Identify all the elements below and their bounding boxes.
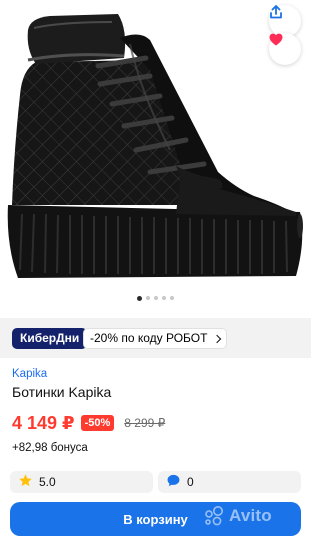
boot-image — [7, 14, 303, 278]
pagination-dot[interactable] — [170, 296, 174, 300]
rating-value: 5.0 — [39, 475, 56, 489]
brand-link[interactable]: Kapika — [12, 368, 47, 380]
price-row: 4 149 ₽ -50% 8 299 ₽ — [12, 412, 165, 434]
pagination-dot[interactable] — [154, 296, 158, 300]
comment-icon — [166, 473, 181, 491]
promo-badge: КиберДни — [12, 328, 88, 349]
avito-watermark: Avito — [203, 506, 272, 526]
gallery-pagination — [0, 295, 311, 304]
pagination-dot[interactable] — [162, 296, 166, 300]
add-to-cart-label: В корзину — [123, 511, 188, 527]
bonus-text: +82,98 бонуса — [12, 442, 88, 454]
chevron-right-icon — [213, 334, 222, 343]
product-title: Ботинки Kapika — [12, 384, 112, 400]
pagination-dot[interactable] — [146, 296, 150, 300]
promo-code-chip[interactable]: -20% по коду РОБОТ — [83, 328, 228, 349]
product-photo[interactable] — [0, 0, 311, 295]
discount-badge: -50% — [80, 415, 115, 431]
pagination-dot[interactable] — [137, 295, 142, 301]
stats-row: 5.0 0 — [10, 471, 301, 493]
comments-chip[interactable]: 0 — [158, 471, 301, 493]
promo-code-text: -20% по коду РОБОТ — [90, 331, 208, 345]
comments-count: 0 — [187, 475, 194, 489]
rating-chip[interactable]: 5.0 — [10, 471, 153, 493]
avito-logo-icon — [205, 506, 223, 526]
favorite-button[interactable] — [269, 33, 301, 65]
current-price: 4 149 ₽ — [12, 412, 75, 433]
promo-banner[interactable]: КиберДни -20% по коду РОБОТ — [0, 318, 311, 358]
old-price: 8 299 ₽ — [124, 416, 166, 430]
star-icon — [18, 473, 33, 491]
avito-watermark-text: Avito — [229, 506, 272, 525]
